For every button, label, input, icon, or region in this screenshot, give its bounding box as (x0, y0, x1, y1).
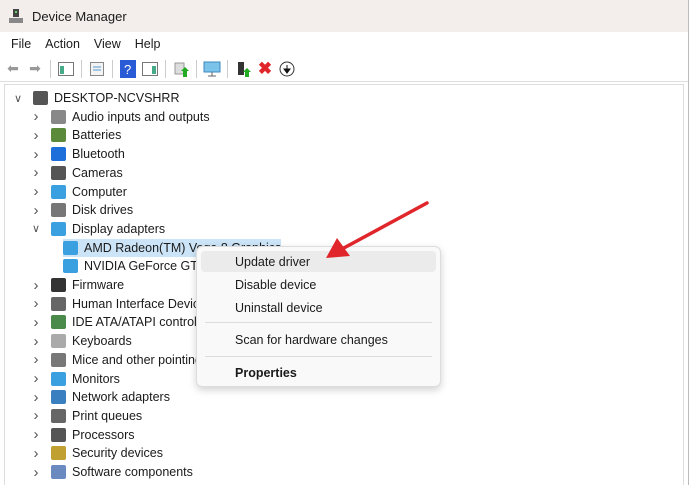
annotation-arrow (326, 201, 429, 258)
